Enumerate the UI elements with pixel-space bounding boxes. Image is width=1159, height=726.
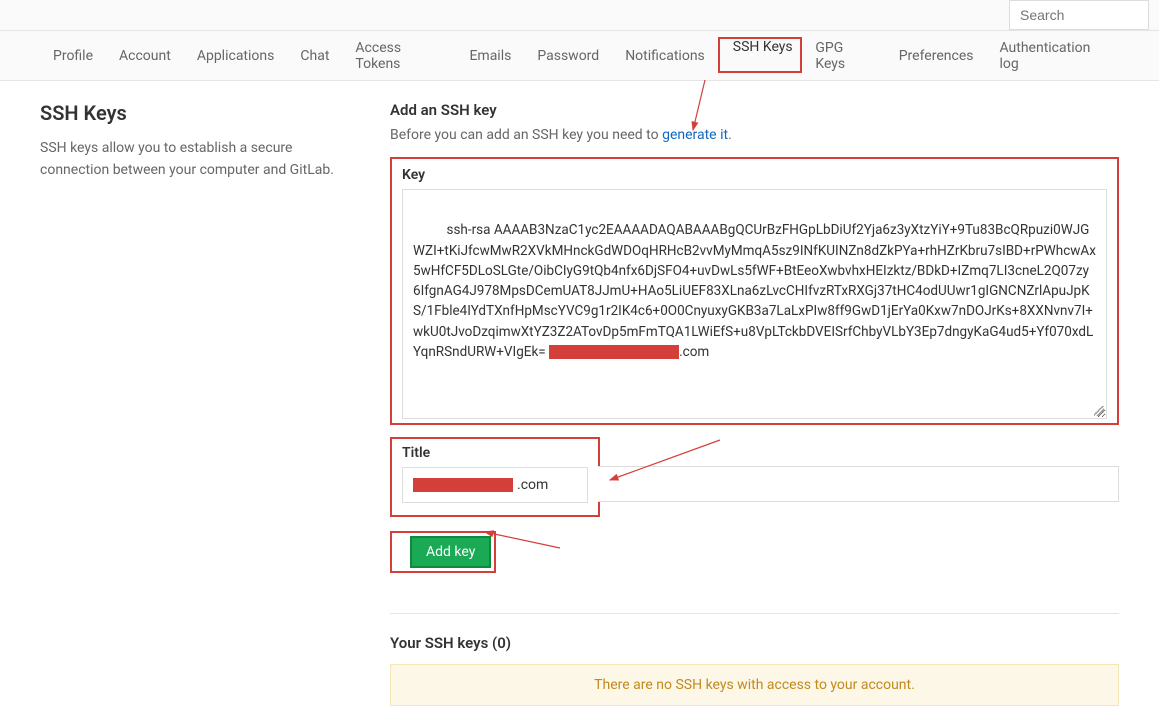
page-description: SSH keys allow you to establish a secure… bbox=[40, 137, 360, 182]
ssh-key-textarea[interactable]: ssh-rsa AAAAB3NzaC1yc2EAAAADAQABAAABgQCU… bbox=[402, 189, 1107, 419]
tab-ssh-keys[interactable]: SSH Keys bbox=[720, 25, 793, 85]
tab-profile[interactable]: Profile bbox=[40, 34, 106, 78]
sidebar-info: SSH Keys SSH keys allow you to establish… bbox=[40, 101, 360, 706]
redacted-email bbox=[549, 345, 679, 359]
generate-link[interactable]: generate it bbox=[662, 127, 728, 143]
page-title: SSH Keys bbox=[40, 101, 360, 125]
no-keys-alert: There are no SSH keys with access to you… bbox=[390, 664, 1119, 706]
tab-password[interactable]: Password bbox=[524, 34, 612, 78]
your-keys-heading: Your SSH keys (0) bbox=[390, 634, 1119, 652]
divider bbox=[390, 613, 1119, 614]
top-bar bbox=[0, 0, 1159, 31]
title-input[interactable]: .com bbox=[402, 467, 588, 503]
tab-authentication-log[interactable]: Authentication log bbox=[986, 26, 1119, 86]
title-input-extension[interactable] bbox=[598, 466, 1119, 502]
tab-account[interactable]: Account bbox=[106, 34, 184, 78]
tab-notifications[interactable]: Notifications bbox=[612, 34, 718, 78]
key-field-highlight: Key ssh-rsa AAAAB3NzaC1yc2EAAAADAQABAAAB… bbox=[390, 157, 1119, 425]
add-key-button[interactable]: Add key bbox=[410, 536, 491, 568]
tab-gpg-keys[interactable]: GPG Keys bbox=[802, 26, 885, 86]
resize-handle-icon[interactable] bbox=[1094, 406, 1104, 416]
title-label: Title bbox=[402, 445, 588, 461]
settings-nav: Profile Account Applications Chat Access… bbox=[0, 31, 1159, 81]
add-key-heading: Add an SSH key bbox=[390, 101, 1119, 119]
key-label: Key bbox=[402, 167, 1107, 183]
add-key-highlight: Add key bbox=[390, 531, 496, 573]
tab-access-tokens[interactable]: Access Tokens bbox=[342, 26, 456, 86]
tab-applications[interactable]: Applications bbox=[184, 34, 288, 78]
redacted-title bbox=[413, 478, 513, 492]
tab-preferences[interactable]: Preferences bbox=[886, 34, 987, 78]
tab-chat[interactable]: Chat bbox=[287, 34, 342, 78]
tab-emails[interactable]: Emails bbox=[456, 34, 524, 78]
title-field-highlight: Title .com bbox=[390, 437, 600, 517]
add-key-helper: Before you can add an SSH key you need t… bbox=[390, 127, 1119, 143]
